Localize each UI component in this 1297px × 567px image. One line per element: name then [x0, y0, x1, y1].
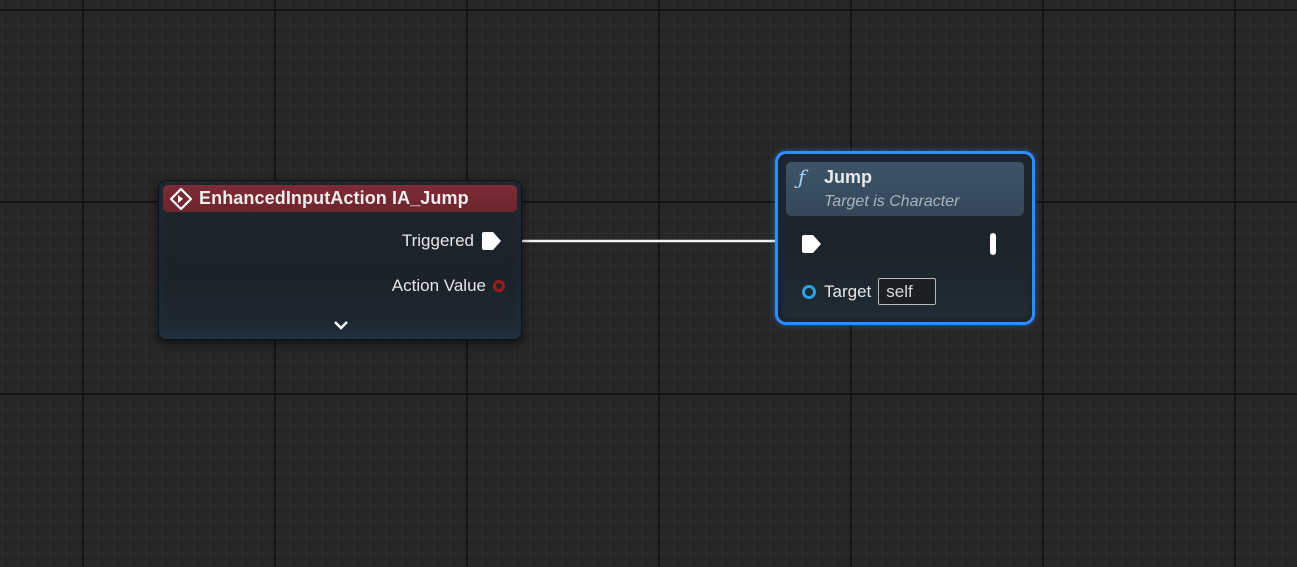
event-node-title: EnhancedInputAction IA_Jump	[199, 188, 469, 208]
triggered-exec-pin[interactable]	[481, 230, 503, 252]
function-node-jump[interactable]: ƒ Jump Target is Character Target	[782, 158, 1028, 318]
target-input-row: Target	[802, 278, 937, 305]
function-node-header[interactable]: ƒ Jump Target is Character	[786, 162, 1024, 216]
target-label: Target	[824, 281, 872, 301]
function-icon: ƒ	[798, 165, 806, 189]
function-node-subtitle: Target is Character	[824, 193, 960, 210]
chevron-down-icon[interactable]	[329, 317, 353, 333]
jump-exec-output-pin[interactable]	[989, 232, 997, 256]
jump-exec-input-pin[interactable]	[801, 233, 823, 255]
event-node-header[interactable]: EnhancedInputAction IA_Jump	[163, 185, 517, 212]
blueprint-graph-canvas[interactable]: EnhancedInputAction IA_Jump Triggered Ac…	[0, 0, 1297, 567]
triggered-output-row: Triggered	[402, 230, 503, 252]
function-node-jump-selection[interactable]: ƒ Jump Target is Character Target	[775, 151, 1035, 325]
target-data-pin[interactable]	[802, 284, 816, 299]
function-node-title: Jump	[824, 167, 873, 187]
target-value-input[interactable]	[878, 278, 937, 305]
action-value-data-pin[interactable]	[493, 280, 505, 292]
event-diamond-icon	[169, 187, 193, 211]
action-value-output-row: Action Value	[392, 276, 505, 296]
triggered-label: Triggered	[401, 231, 474, 250]
action-value-label: Action Value	[391, 276, 486, 295]
event-node-ia-jump[interactable]: EnhancedInputAction IA_Jump Triggered Ac…	[158, 180, 522, 340]
